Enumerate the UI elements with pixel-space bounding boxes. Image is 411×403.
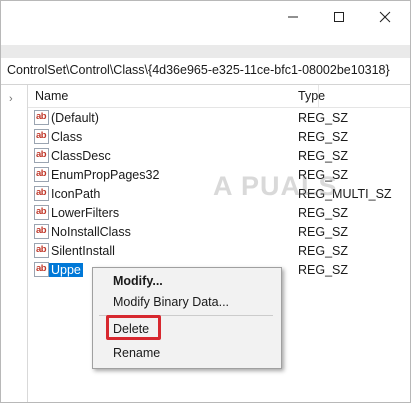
close-icon <box>379 11 391 23</box>
value-type: REG_SZ <box>298 263 349 277</box>
title-bar <box>1 1 410 45</box>
string-value-icon: ab <box>34 205 49 220</box>
menu-bar <box>1 45 410 58</box>
table-row[interactable]: ab SilentInstall REG_SZ <box>28 242 410 261</box>
value-type: REG_SZ <box>298 149 349 163</box>
string-value-icon: ab <box>34 224 49 239</box>
minimize-icon <box>288 16 298 18</box>
icon-label: ab <box>36 206 47 217</box>
icon-label: ab <box>36 263 47 274</box>
value-name: ClassDesc <box>51 149 111 163</box>
tree-pane[interactable]: › <box>1 85 28 402</box>
value-name: LowerFilters <box>51 206 120 220</box>
table-row[interactable]: ab ClassDesc REG_SZ <box>28 147 410 166</box>
watermark-logo: A PUALS <box>213 171 338 201</box>
value-type: REG_SZ <box>298 130 349 144</box>
icon-label: ab <box>36 244 47 255</box>
delete-highlight-box <box>106 315 161 340</box>
list-header: Name Type <box>28 85 410 108</box>
column-header-type[interactable]: Type <box>298 89 325 103</box>
table-row[interactable]: ab NoInstallClass REG_SZ <box>28 223 410 242</box>
minimize-button[interactable] <box>270 1 316 33</box>
icon-label: ab <box>36 149 47 160</box>
string-value-icon: ab <box>34 110 49 125</box>
maximize-icon <box>334 12 344 22</box>
string-value-icon: ab <box>34 262 49 277</box>
chevron-right-icon[interactable]: › <box>9 93 13 105</box>
menu-item-modify-binary-data[interactable]: Modify Binary Data... <box>113 295 229 309</box>
icon-label: ab <box>36 111 47 122</box>
table-row[interactable]: ab (Default) REG_SZ <box>28 109 410 128</box>
value-type: REG_SZ <box>298 244 349 258</box>
menu-item-modify[interactable]: Modify... <box>113 274 163 288</box>
value-type: REG_SZ <box>298 206 349 220</box>
string-value-icon: ab <box>34 167 49 182</box>
string-value-icon: ab <box>34 243 49 258</box>
address-path: ControlSet\Control\Class\{4d36e965-e325-… <box>7 63 390 77</box>
table-row[interactable]: ab LowerFilters REG_SZ <box>28 204 410 223</box>
value-name: IconPath <box>51 187 101 201</box>
icon-label: ab <box>36 130 47 141</box>
string-value-icon: ab <box>34 186 49 201</box>
value-name: NoInstallClass <box>51 225 131 239</box>
string-value-icon: ab <box>34 148 49 163</box>
table-row[interactable]: ab Class REG_SZ <box>28 128 410 147</box>
value-name: Class <box>51 130 83 144</box>
context-menu: Modify... Modify Binary Data... Delete R… <box>92 267 282 369</box>
value-name: SilentInstall <box>51 244 115 258</box>
value-name: (Default) <box>51 111 99 125</box>
column-header-name[interactable]: Name <box>35 89 68 103</box>
icon-label: ab <box>36 187 47 198</box>
icon-label: ab <box>36 225 47 236</box>
close-button[interactable] <box>362 1 408 33</box>
value-name: EnumPropPages32 <box>51 168 160 182</box>
value-type: REG_SZ <box>298 111 349 125</box>
menu-item-rename[interactable]: Rename <box>113 346 160 360</box>
icon-label: ab <box>36 168 47 179</box>
registry-editor-window: ControlSet\Control\Class\{4d36e965-e325-… <box>0 0 411 403</box>
maximize-button[interactable] <box>316 1 362 33</box>
string-value-icon: ab <box>34 129 49 144</box>
address-bar[interactable]: ControlSet\Control\Class\{4d36e965-e325-… <box>1 58 410 85</box>
value-type: REG_SZ <box>298 225 349 239</box>
value-name: Uppe <box>49 263 83 277</box>
